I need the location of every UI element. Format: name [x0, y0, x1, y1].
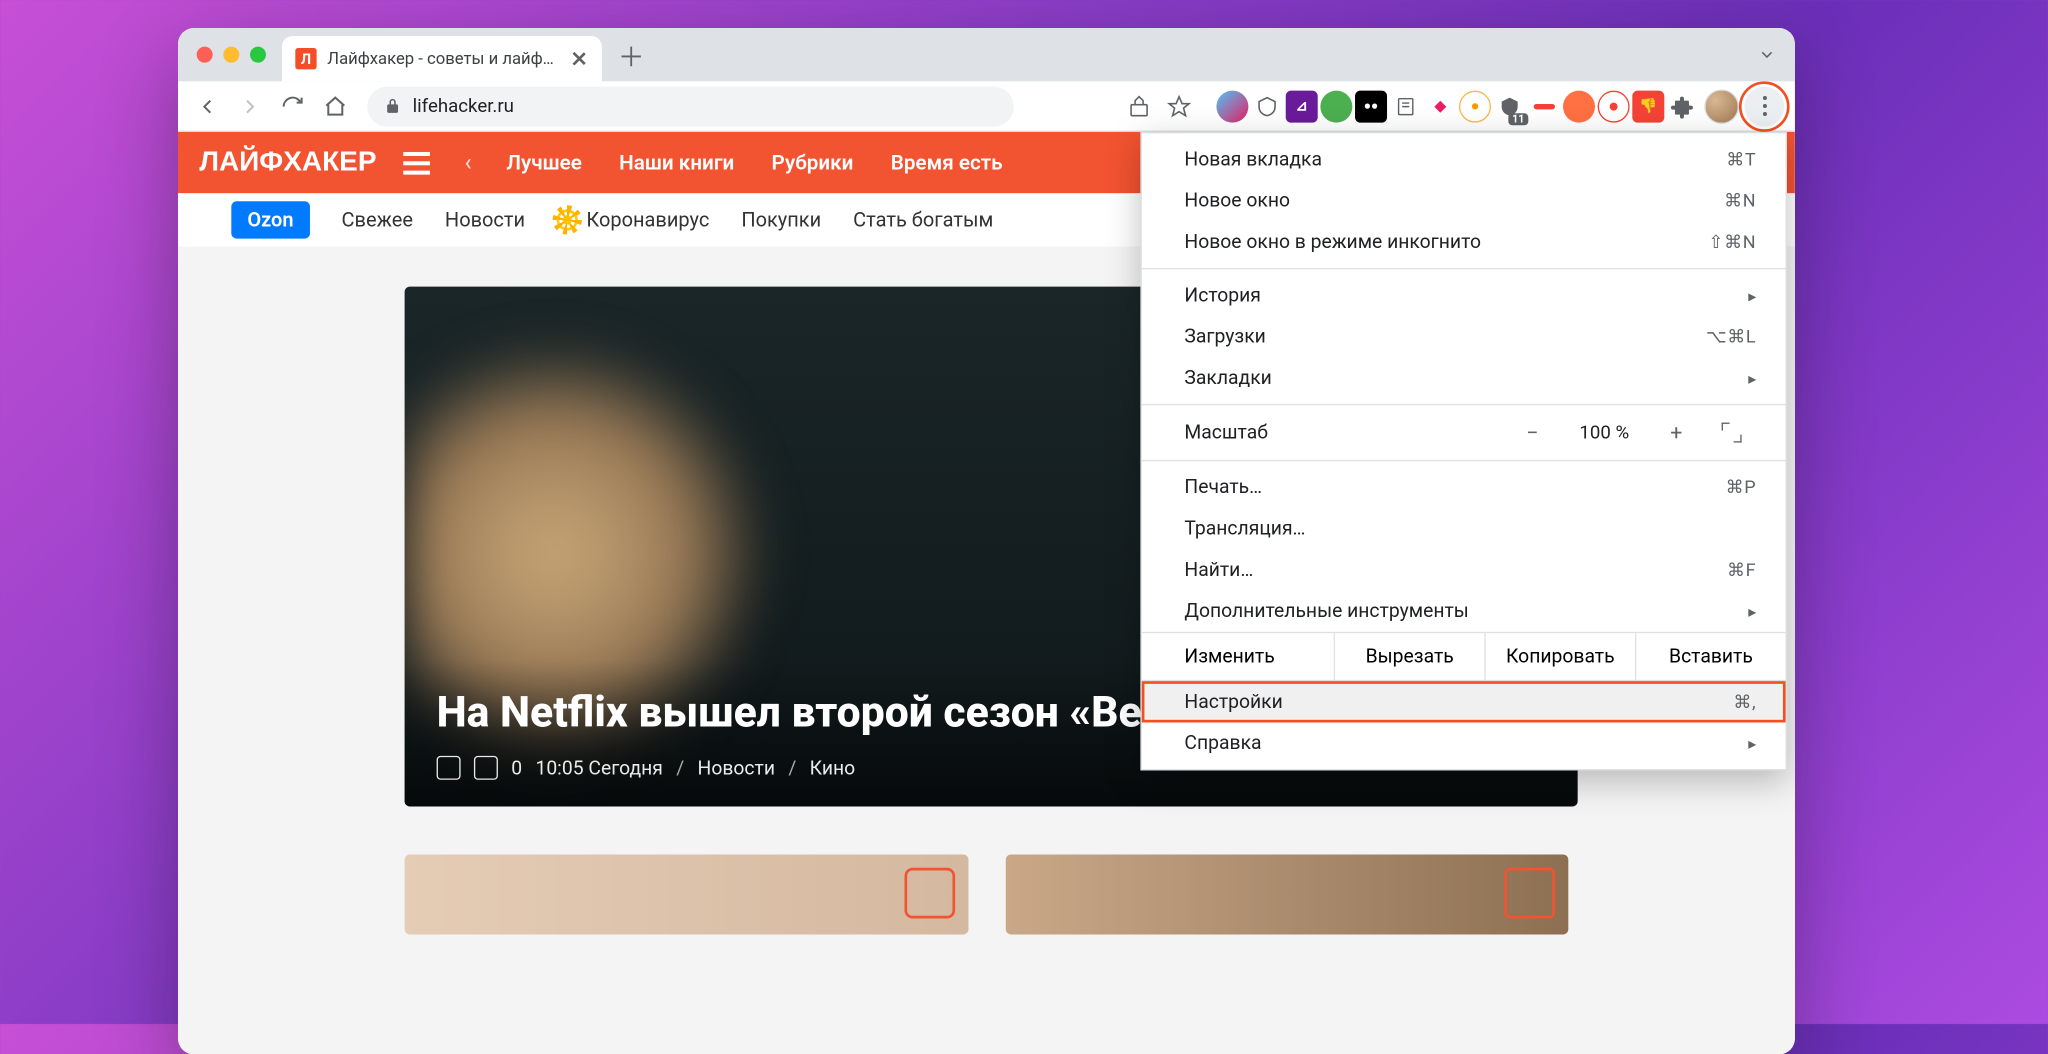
forward-button[interactable]: [231, 87, 268, 124]
extension-icon[interactable]: [1251, 90, 1283, 122]
fullscreen-button[interactable]: [1706, 423, 1757, 443]
bookmark-icon[interactable]: [437, 756, 461, 780]
extension-icon[interactable]: ◆: [1424, 90, 1456, 122]
tab-title: Лайфхакер - советы и лайфха: [327, 49, 559, 69]
menu-incognito[interactable]: Новое окно в режиме инкогнито⇧⌘N: [1142, 221, 1786, 262]
menu-history[interactable]: История: [1142, 275, 1786, 316]
browser-toolbar: lifehacker.ru ⊿ ●● ◆ ● 11 👎: [178, 81, 1795, 132]
menu-paste[interactable]: Вставить: [1636, 633, 1785, 680]
menu-edit-label: Изменить: [1142, 633, 1335, 680]
site-logo[interactable]: ЛАЙФХАКЕР: [199, 147, 376, 179]
virus-icon: [557, 209, 578, 230]
tab-favicon: Л: [295, 48, 316, 69]
fullscreen-icon: [1721, 423, 1741, 443]
subnav-pill[interactable]: Ozon: [231, 201, 309, 238]
minimize-window-button[interactable]: [223, 47, 239, 63]
new-tab-button[interactable]: ＋: [613, 36, 650, 73]
subnav-item[interactable]: Свежее: [342, 208, 413, 232]
chrome-main-menu: Новая вкладка⌘T Новое окно⌘N Новое окно …: [1140, 132, 1787, 771]
article-card[interactable]: [1005, 854, 1568, 934]
extension-icon[interactable]: [1598, 90, 1630, 122]
site-nav: Лучшее Наши книги Рубрики Время есть: [506, 151, 1002, 175]
zoom-out-button[interactable]: −: [1503, 420, 1562, 445]
hero-category[interactable]: Новости: [698, 756, 775, 779]
home-button[interactable]: [317, 87, 354, 124]
menu-new-window[interactable]: Новое окно⌘N: [1142, 180, 1786, 221]
menu-new-tab[interactable]: Новая вкладка⌘T: [1142, 139, 1786, 180]
menu-print[interactable]: Печать…⌘P: [1142, 467, 1786, 508]
bookmark-star-icon[interactable]: [1160, 87, 1197, 124]
lock-icon: [383, 97, 402, 116]
menu-help[interactable]: Справка: [1142, 722, 1786, 763]
extension-icon[interactable]: 👎: [1632, 90, 1664, 122]
menu-find[interactable]: Найти…⌘F: [1142, 549, 1786, 590]
url-text: lifehacker.ru: [413, 95, 514, 116]
tabs-dropdown-icon[interactable]: [1758, 44, 1777, 69]
hero-time: 10:05 Сегодня: [535, 756, 662, 779]
chrome-menu-button[interactable]: [1744, 86, 1784, 126]
extension-icon[interactable]: ●: [1459, 90, 1491, 122]
hamburger-icon[interactable]: [403, 151, 430, 174]
tab-close-icon[interactable]: [570, 49, 589, 68]
back-button[interactable]: [189, 87, 226, 124]
chevron-right-icon: [1748, 284, 1756, 307]
nav-item[interactable]: Рубрики: [772, 151, 854, 175]
menu-edit-row: Изменить Вырезать Копировать Вставить: [1142, 632, 1786, 681]
nav-prev-icon[interactable]: ‹: [456, 149, 479, 177]
menu-bookmarks[interactable]: Закладки: [1142, 357, 1786, 398]
extensions-menu-icon[interactable]: [1667, 90, 1699, 122]
menu-more-tools[interactable]: Дополнительные инструменты: [1142, 591, 1786, 632]
extension-icon[interactable]: [1216, 90, 1248, 122]
extension-icon[interactable]: 11: [1494, 90, 1526, 122]
menu-copy[interactable]: Копировать: [1486, 633, 1637, 680]
extension-icon[interactable]: [1563, 90, 1595, 122]
menu-cast[interactable]: Трансляция…: [1142, 508, 1786, 549]
chrome-window: Л Лайфхакер - советы и лайфха ＋ lifehack…: [178, 28, 1795, 1054]
nav-item[interactable]: Лучшее: [506, 151, 582, 175]
comment-icon[interactable]: [474, 756, 498, 780]
subnav-item[interactable]: Новости: [445, 208, 525, 232]
zoom-in-button[interactable]: +: [1647, 420, 1706, 445]
share-icon[interactable]: [1120, 87, 1157, 124]
reload-button[interactable]: [274, 87, 311, 124]
nav-item[interactable]: Время есть: [891, 151, 1003, 175]
menu-settings[interactable]: Настройки⌘,: [1142, 681, 1786, 722]
article-card[interactable]: [405, 854, 968, 934]
browser-tab[interactable]: Л Лайфхакер - советы и лайфха: [282, 36, 602, 81]
menu-downloads[interactable]: Загрузки⌥⌘L: [1142, 316, 1786, 357]
tab-strip: Л Лайфхакер - советы и лайфха ＋: [178, 28, 1795, 81]
fullscreen-window-button[interactable]: [250, 47, 266, 63]
extension-icon[interactable]: ●●: [1355, 90, 1387, 122]
extension-icon[interactable]: [1390, 90, 1422, 122]
extension-icon[interactable]: [1320, 90, 1352, 122]
address-bar[interactable]: lifehacker.ru: [367, 86, 1014, 126]
subnav-item[interactable]: Стать богатым: [853, 208, 993, 232]
chevron-right-icon: [1748, 732, 1756, 755]
chevron-right-icon: [1748, 367, 1756, 390]
extensions-row: ⊿ ●● ◆ ● 11 👎: [1216, 90, 1699, 122]
profile-avatar[interactable]: [1704, 89, 1739, 124]
chevron-right-icon: [1748, 600, 1756, 623]
menu-cut[interactable]: Вырезать: [1335, 633, 1486, 680]
close-window-button[interactable]: [197, 47, 213, 63]
extension-icon[interactable]: ⊿: [1286, 90, 1318, 122]
menu-zoom: Масштаб − 100 % +: [1142, 411, 1786, 455]
subnav-item[interactable]: Коронавирус: [557, 208, 709, 232]
extension-badge: 11: [1508, 113, 1528, 125]
window-controls: [197, 47, 266, 63]
hero-comments: 0: [511, 756, 522, 779]
hero-category[interactable]: Кино: [810, 756, 856, 779]
zoom-value: 100 %: [1562, 422, 1647, 443]
nav-item[interactable]: Наши книги: [619, 151, 734, 175]
extension-icon[interactable]: [1528, 90, 1560, 122]
more-vertical-icon: [1762, 96, 1766, 116]
subnav-item[interactable]: Покупки: [741, 208, 821, 232]
